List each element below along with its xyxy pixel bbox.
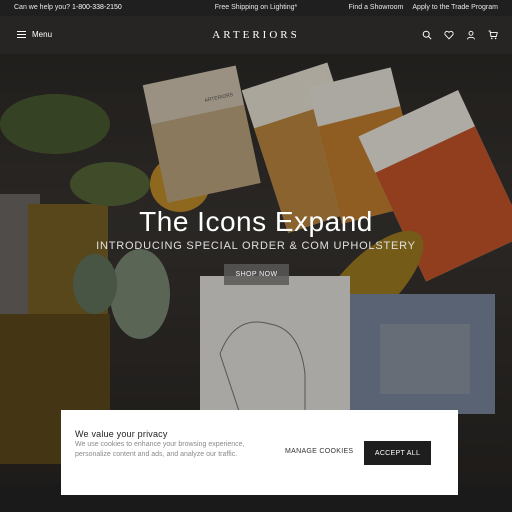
shop-now-button[interactable]: SHOP NOW xyxy=(224,264,289,285)
cookie-description: We use cookies to enhance your browsing … xyxy=(75,441,245,458)
main-header: Menu ARTERIORS xyxy=(0,16,512,54)
cookie-banner: We value your privacy We use cookies to … xyxy=(61,410,458,495)
heart-icon[interactable] xyxy=(444,30,454,40)
user-icon[interactable] xyxy=(466,30,476,40)
trade-program-link[interactable]: Apply to the Trade Program xyxy=(412,4,498,11)
find-showroom-link[interactable]: Find a Showroom xyxy=(349,4,404,11)
hero-title: The Icons Expand xyxy=(139,206,373,237)
utility-bar: Can we help you? 1-800-338-2150 Free Shi… xyxy=(0,0,512,16)
cookie-title: We value your privacy xyxy=(75,429,168,439)
hero-subtitle: INTRODUCING SPECIAL ORDER & COM UPHOLSTE… xyxy=(96,240,416,252)
search-icon[interactable] xyxy=(422,30,432,40)
header-icons xyxy=(422,30,498,40)
manage-cookies-button[interactable]: MANAGE COOKIES xyxy=(285,448,353,455)
accept-all-button[interactable]: ACCEPT ALL xyxy=(364,441,431,465)
utility-links: Find a Showroom Apply to the Trade Progr… xyxy=(349,4,498,11)
cart-icon[interactable] xyxy=(488,30,498,40)
